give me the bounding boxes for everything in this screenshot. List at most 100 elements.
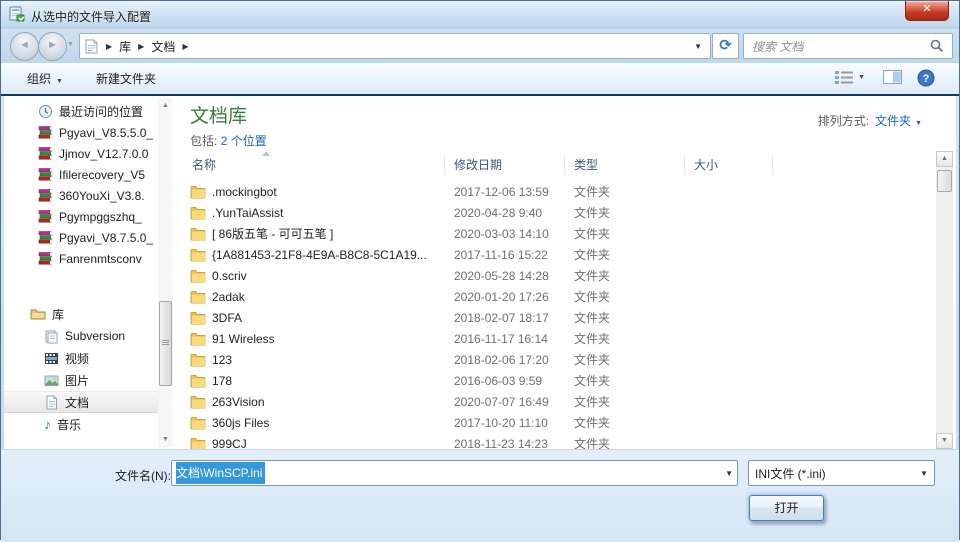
breadcrumb-libraries[interactable]: 库 (119, 38, 131, 55)
open-button[interactable]: 打开 (749, 495, 824, 521)
forward-button[interactable]: ► (38, 32, 67, 61)
file-name: 263Vision (212, 395, 265, 409)
address-dropdown-icon[interactable]: ▼ (690, 42, 706, 51)
file-list: .mockingbot 2017-12-06 13:59 文件夹 .YunTai… (182, 181, 934, 449)
table-row[interactable]: 0.scriv 2020-05-28 14:28 文件夹 (182, 265, 934, 286)
sidebar-item-libraries[interactable]: 库 (4, 303, 158, 325)
sidebar-item-recent-places[interactable]: 最近访问的位置 (4, 101, 158, 122)
navigation-pane: 最近访问的位置 Pgyavi_V8.5.5.0_ Jjmov_V12.7.0.0 (4, 96, 158, 449)
sidebar-item-pictures[interactable]: 图片 (4, 369, 158, 391)
nav-history-chevron-icon[interactable]: ▼ (67, 41, 74, 48)
sidebar-item-archive[interactable]: Pgyavi_V8.7.5.0_ (4, 227, 158, 248)
table-row[interactable]: {1A881453-21F8-4E9A-B8C8-5C1A19... 2017-… (182, 244, 934, 265)
chevron-down-icon: ▼ (915, 120, 922, 127)
close-button[interactable]: ✕ (905, 1, 949, 21)
folder-icon (190, 437, 206, 450)
back-button[interactable]: ◄ (10, 32, 39, 61)
file-name: [ 86版五笔 - 可可五笔 ] (212, 225, 333, 242)
sidebar-item-documents[interactable]: 文档 (4, 391, 158, 413)
new-folder-button[interactable]: 新建文件夹 (96, 70, 156, 88)
scroll-down-icon[interactable]: ▼ (936, 433, 953, 449)
organize-button[interactable]: 组织▼ (27, 70, 63, 88)
search-icon[interactable] (930, 39, 944, 53)
table-row[interactable]: 178 2016-06-03 9:59 文件夹 (182, 370, 934, 391)
svg-text:?: ? (923, 73, 930, 85)
folder-icon (190, 374, 206, 388)
file-date-modified: 2020-05-28 14:28 (445, 269, 565, 283)
table-row[interactable]: 2adak 2020-01-20 17:26 文件夹 (182, 286, 934, 307)
file-type: 文件夹 (565, 372, 685, 389)
search-input[interactable]: 搜索 文档 (743, 33, 953, 59)
arrange-value[interactable]: 文件夹 (875, 114, 911, 128)
file-list-scrollbar-thumb[interactable] (937, 170, 952, 192)
scroll-up-icon[interactable]: ▲ (936, 151, 953, 167)
folder-icon (190, 248, 206, 262)
table-row[interactable]: 360js Files 2017-10-20 11:10 文件夹 (182, 412, 934, 433)
column-size[interactable]: 大小 (685, 155, 773, 175)
library-title: 文档库 (190, 101, 267, 128)
table-row[interactable]: .mockingbot 2017-12-06 13:59 文件夹 (182, 181, 934, 202)
scroll-up-icon[interactable]: ▲ (158, 98, 173, 113)
preview-pane-icon (883, 69, 902, 85)
table-row[interactable]: [ 86版五笔 - 可可五笔 ] 2020-03-03 14:10 文件夹 (182, 223, 934, 244)
file-list-scrollbar[interactable]: ▲ ▼ (936, 151, 953, 449)
sidebar-item-archive[interactable]: 360YouXi_V3.8. (4, 185, 158, 206)
column-date-modified[interactable]: 修改日期 (445, 155, 565, 175)
archive-icon (38, 167, 53, 182)
open-file-dialog: 从选中的文件导入配置 ✕ ◄ ► ▼ ▶ 库 ▶ 文档 ▶ ▼ ⟳ 搜索 文档 … (0, 0, 960, 540)
sidebar-item-music[interactable]: ♪ 音乐 (4, 413, 158, 435)
address-bar[interactable]: ▶ 库 ▶ 文档 ▶ ▼ (79, 33, 711, 59)
folder-icon (190, 353, 206, 367)
sidebar-item-label: Pgyavi_V8.7.5.0_ (59, 231, 153, 245)
sidebar-scrollbar[interactable]: ▲ ▼ (158, 98, 173, 447)
table-row[interactable]: 3DFA 2018-02-07 18:17 文件夹 (182, 307, 934, 328)
sidebar-item-archive[interactable]: Jjmov_V12.7.0.0 (4, 143, 158, 164)
filetype-select[interactable]: INI文件 (*.ini) ▼ (748, 460, 935, 486)
documents-icon (44, 395, 59, 410)
locations-link[interactable]: 2 个位置 (221, 134, 267, 148)
help-button[interactable]: ? (917, 69, 935, 87)
views-button[interactable]: ▼ (834, 69, 865, 85)
sidebar-scrollbar-thumb[interactable] (159, 301, 172, 386)
filename-input[interactable]: 文档\WinSCP.ini ▼ (171, 460, 738, 486)
sidebar-item-videos[interactable]: 视频 (4, 347, 158, 369)
sidebar-item-archive[interactable]: Pgympggszhq_ (4, 206, 158, 227)
file-type: 文件夹 (565, 288, 685, 305)
chevron-down-icon: ▼ (719, 469, 733, 478)
table-row[interactable]: 91 Wireless 2016-11-17 16:14 文件夹 (182, 328, 934, 349)
column-name[interactable]: 名称 (182, 155, 445, 175)
file-type: 文件夹 (565, 183, 685, 200)
table-row[interactable]: 263Vision 2020-07-07 16:49 文件夹 (182, 391, 934, 412)
file-name: 3DFA (212, 311, 242, 325)
folder-icon (190, 332, 206, 346)
file-name: .mockingbot (212, 185, 277, 199)
archive-icon (38, 125, 53, 140)
sidebar-item-archive[interactable]: Pgyavi_V8.5.5.0_ (4, 122, 158, 143)
sidebar-item-label: 360YouXi_V3.8. (59, 189, 145, 203)
file-type: 文件夹 (565, 435, 685, 449)
folder-icon (190, 395, 206, 409)
sidebar-item-label: 图片 (65, 372, 89, 389)
file-date-modified: 2016-11-17 16:14 (445, 332, 565, 346)
pictures-icon (44, 373, 59, 388)
file-name: {1A881453-21F8-4E9A-B8C8-5C1A19... (212, 248, 427, 262)
column-type[interactable]: 类型 (565, 155, 685, 175)
scroll-down-icon[interactable]: ▼ (158, 432, 173, 447)
library-header: 文档库 包括: 2 个位置 (190, 101, 267, 149)
filename-value: 文档\WinSCP.ini (176, 462, 265, 484)
breadcrumb-documents[interactable]: 文档 (151, 38, 175, 55)
folder-icon (190, 185, 206, 199)
file-type: 文件夹 (565, 267, 685, 284)
preview-pane-button[interactable] (883, 69, 902, 85)
table-row[interactable]: .YunTaiAssist 2020-04-28 9:40 文件夹 (182, 202, 934, 223)
sidebar-item-label: Subversion (65, 329, 125, 343)
sidebar-item-archive[interactable]: Ifilerecovery_V5 (4, 164, 158, 185)
sidebar-item-subversion[interactable]: Subversion (4, 325, 158, 347)
arrange-by-control[interactable]: 排列方式:文件夹▼ (818, 112, 922, 129)
table-row[interactable]: 123 2018-02-06 17:20 文件夹 (182, 349, 934, 370)
sidebar-item-archive[interactable]: Fanrenmtsconv (4, 248, 158, 269)
refresh-button[interactable]: ⟳ (712, 33, 739, 59)
table-row[interactable]: 999CJ 2018-11-23 14:23 文件夹 (182, 433, 934, 449)
file-date-modified: 2020-07-07 16:49 (445, 395, 565, 409)
file-name: .YunTaiAssist (212, 206, 283, 220)
